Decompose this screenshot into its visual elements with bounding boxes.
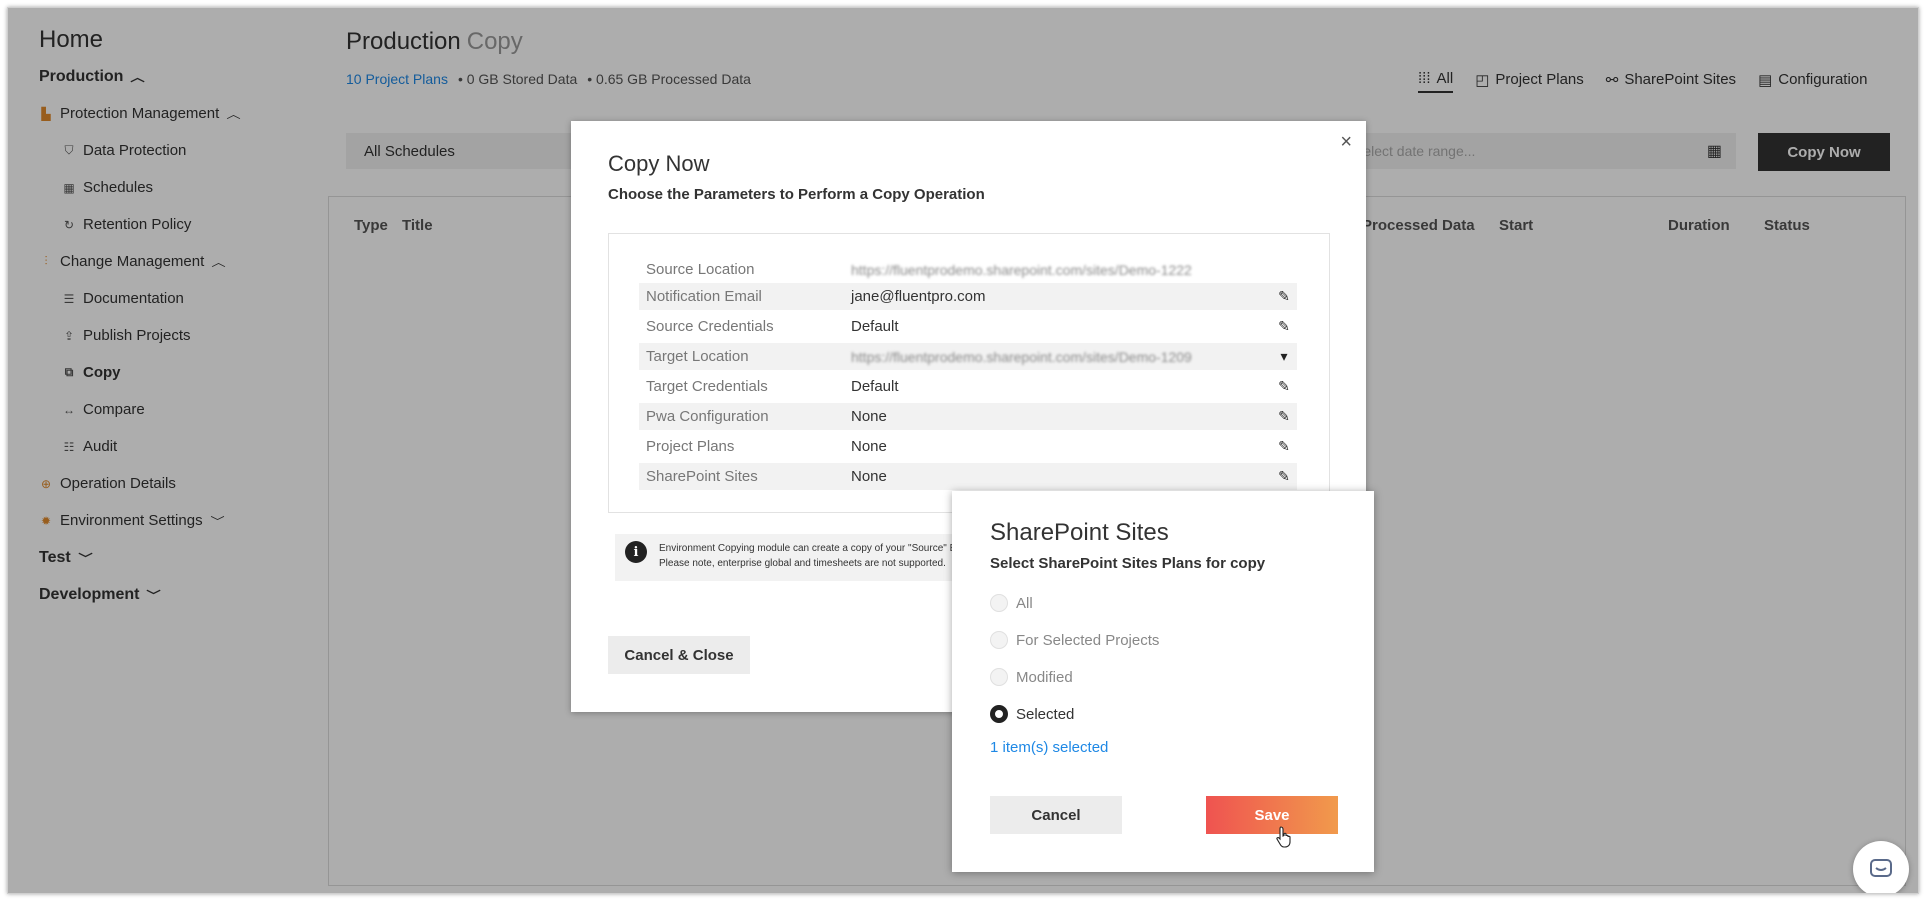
param-label: Source Credentials xyxy=(646,318,774,335)
modal-subtitle: Choose the Parameters to Perform a Copy … xyxy=(608,186,985,203)
dialog-title: SharePoint Sites xyxy=(990,519,1169,546)
cancel-button[interactable]: Cancel xyxy=(990,796,1122,834)
app-window: Home Production ︿ ▙ Protection Managemen… xyxy=(7,7,1919,894)
param-row-source-location: Source Location https://fluentprodemo.sh… xyxy=(639,256,1297,283)
info-line-1: Environment Copying module can create a … xyxy=(659,543,962,554)
param-value: None xyxy=(851,438,887,455)
radio-circle[interactable] xyxy=(990,631,1008,649)
param-row-sharepoint-sites: SharePoint Sites None ✎ xyxy=(639,463,1297,490)
edit-icon[interactable]: ✎ xyxy=(1271,438,1297,455)
param-label: SharePoint Sites xyxy=(646,468,758,485)
radio-label: Modified xyxy=(1016,668,1073,686)
edit-icon[interactable]: ✎ xyxy=(1271,408,1297,425)
save-button[interactable]: Save xyxy=(1206,796,1338,834)
chat-icon xyxy=(1870,859,1892,877)
edit-icon[interactable]: ✎ xyxy=(1271,378,1297,395)
dropdown-arrow-icon[interactable]: ▾ xyxy=(1271,348,1297,365)
param-value[interactable]: https://fluentprodemo.sharepoint.com/sit… xyxy=(851,349,1271,365)
param-label: Target Credentials xyxy=(646,378,768,395)
items-selected-link[interactable]: 1 item(s) selected xyxy=(990,739,1108,756)
param-value: jane@fluentpro.com xyxy=(851,288,986,305)
param-label: Pwa Configuration xyxy=(646,408,769,425)
close-icon[interactable]: × xyxy=(1340,131,1352,154)
radio-all[interactable]: All xyxy=(990,594,1033,612)
radio-label: For Selected Projects xyxy=(1016,631,1160,649)
param-label: Notification Email xyxy=(646,288,762,305)
param-label: Project Plans xyxy=(646,438,735,455)
param-row-pwa-configuration: Pwa Configuration None ✎ xyxy=(639,403,1297,430)
edit-icon[interactable]: ✎ xyxy=(1271,288,1297,305)
param-value: Default xyxy=(851,318,899,335)
param-value: None xyxy=(851,408,887,425)
radio-circle[interactable] xyxy=(990,594,1008,612)
radio-selected[interactable]: Selected xyxy=(990,705,1074,723)
info-icon: i xyxy=(625,541,647,563)
param-value: Default xyxy=(851,378,899,395)
param-row-notification-email: Notification Email jane@fluentpro.com ✎ xyxy=(639,283,1297,310)
parameters-table: Source Location https://fluentprodemo.sh… xyxy=(608,233,1330,513)
param-row-source-credentials: Source Credentials Default ✎ xyxy=(639,313,1297,340)
param-value: None xyxy=(851,468,887,485)
sharepoint-sites-dialog: SharePoint Sites Select SharePoint Sites… xyxy=(952,491,1374,872)
radio-label: Selected xyxy=(1016,705,1075,723)
radio-modified[interactable]: Modified xyxy=(990,668,1073,686)
radio-for-selected-projects[interactable]: For Selected Projects xyxy=(990,631,1159,649)
cancel-close-button[interactable]: Cancel & Close xyxy=(608,636,750,674)
dialog-subtitle: Select SharePoint Sites Plans for copy xyxy=(990,555,1266,572)
chat-widget-button[interactable] xyxy=(1853,841,1909,893)
radio-circle[interactable] xyxy=(990,705,1008,723)
info-line-2: Please note, enterprise global and times… xyxy=(659,558,946,569)
radio-circle[interactable] xyxy=(990,668,1008,686)
param-value: https://fluentprodemo.sharepoint.com/sit… xyxy=(851,261,1192,278)
edit-icon[interactable]: ✎ xyxy=(1271,318,1297,335)
modal-title: Copy Now xyxy=(608,151,710,176)
param-row-target-location: Target Location https://fluentprodemo.sh… xyxy=(639,343,1297,370)
param-row-project-plans: Project Plans None ✎ xyxy=(639,433,1297,460)
edit-icon[interactable]: ✎ xyxy=(1271,468,1297,485)
hand-cursor-icon xyxy=(1276,826,1291,848)
radio-label: All xyxy=(1016,594,1033,612)
param-label: Source Location xyxy=(646,261,755,278)
param-label: Target Location xyxy=(646,348,749,365)
param-row-target-credentials: Target Credentials Default ✎ xyxy=(639,373,1297,400)
